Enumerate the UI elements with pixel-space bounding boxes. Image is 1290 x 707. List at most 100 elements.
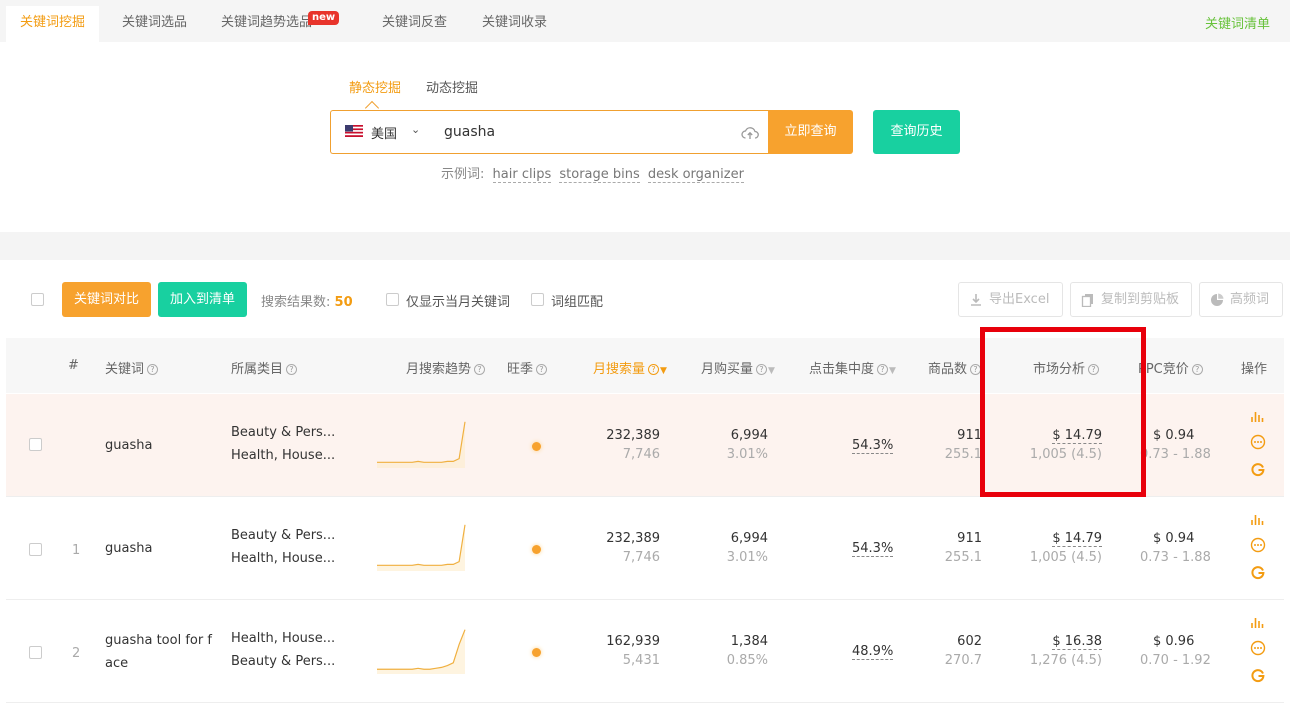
col-category[interactable]: 所属类目? (231, 358, 298, 377)
select-all-checkbox[interactable] (31, 293, 44, 306)
more-options-icon[interactable] (1250, 434, 1266, 454)
download-icon (971, 294, 981, 306)
tab-keyword-product-selection[interactable]: 关键词选品 (108, 6, 201, 42)
sort-desc-icon[interactable]: ▼ (660, 366, 667, 376)
export-excel-label: 导出Excel (989, 292, 1050, 307)
tab-keyword-indexing[interactable]: 关键词收录 (468, 6, 561, 42)
category-primary: Beauty & Pers... (231, 528, 336, 543)
tab-keyword-mining[interactable]: 关键词挖掘 (6, 6, 100, 42)
help-icon[interactable]: ? (474, 364, 486, 375)
example-link-desk-organizer[interactable]: desk organizer (647, 167, 744, 183)
col-monthly-search-label: 月搜索量 (593, 362, 646, 377)
product-count-value: 911 (957, 428, 982, 443)
purchase-rate-value: 3.01% (726, 550, 768, 565)
col-trend[interactable]: 月搜索趋势? (406, 358, 486, 377)
keyword-compare-button[interactable]: 关键词对比 (62, 282, 151, 317)
sort-icon[interactable]: ▼ (889, 366, 896, 376)
keyword-text-cont[interactable]: ace (105, 656, 128, 671)
example-keywords: 示例词: hair clips storage bins desk organi… (441, 163, 744, 183)
help-icon[interactable]: ? (648, 364, 660, 375)
export-excel-button[interactable]: 导出Excel (958, 282, 1063, 317)
keyword-list-link[interactable]: 关键词清单 (1205, 13, 1270, 32)
keyword-text[interactable]: guasha (105, 438, 152, 453)
product-count-sub: 255.1 (944, 447, 982, 462)
row-index: 2 (72, 646, 81, 661)
help-icon[interactable]: ? (286, 364, 298, 375)
chevron-down-icon[interactable]: ⌄ (411, 123, 420, 136)
cloud-upload-icon[interactable] (741, 125, 759, 141)
help-icon[interactable]: ? (536, 364, 548, 375)
col-market-analysis[interactable]: 市场分析? (1033, 358, 1100, 377)
avg-price-value[interactable]: $ 14.79 (1052, 531, 1102, 547)
col-click-concentration[interactable]: 点击集中度? ▼ (809, 358, 896, 377)
example-link-storage-bins[interactable]: storage bins (559, 167, 640, 183)
help-icon[interactable]: ? (877, 364, 889, 375)
mode-static-mining[interactable]: 静态挖掘 (349, 77, 401, 96)
google-search-icon[interactable] (1250, 564, 1266, 584)
google-search-icon[interactable] (1250, 461, 1266, 481)
add-to-list-button[interactable]: 加入到清单 (158, 282, 247, 317)
help-icon[interactable]: ? (1088, 364, 1100, 375)
bar-chart-icon[interactable] (1250, 511, 1266, 531)
keyword-text[interactable]: guasha (105, 541, 152, 556)
bar-chart-icon[interactable] (1250, 614, 1266, 634)
google-search-icon[interactable] (1250, 667, 1266, 687)
result-count: 搜索结果数: 50 (261, 291, 353, 310)
help-icon[interactable]: ? (970, 364, 982, 375)
row-checkbox[interactable] (29, 646, 42, 659)
help-icon[interactable]: ? (147, 364, 159, 375)
col-ppc[interactable]: PPC竞价? (1138, 358, 1203, 377)
search-history-button[interactable]: 查询历史 (873, 110, 960, 154)
avg-price-text: $ 16.38 (1052, 634, 1102, 650)
col-monthly-search[interactable]: 月搜索量? ▼ (593, 358, 667, 377)
ppc-range-value: 0.70 - 1.92 (1140, 653, 1211, 668)
mode-dynamic-mining[interactable]: 动态挖掘 (426, 77, 478, 96)
frequent-words-label: 高频词 (1230, 292, 1270, 307)
col-monthly-purchase[interactable]: 月购买量? ▼ (701, 358, 775, 377)
click-concentration-value[interactable]: 54.3% (852, 438, 894, 454)
help-icon[interactable]: ? (756, 364, 768, 375)
purchase-rate-value: 3.01% (726, 447, 768, 462)
examples-label: 示例词: (441, 167, 485, 182)
click-concentration-value[interactable]: 54.3% (852, 541, 894, 557)
trend-sparkline[interactable] (373, 416, 469, 468)
trend-sparkline[interactable] (373, 519, 469, 571)
copy-clipboard-button[interactable]: 复制到剪贴板 (1070, 282, 1192, 317)
tab-keyword-reverse-lookup[interactable]: 关键词反查 (368, 6, 461, 42)
col-products[interactable]: 商品数? (928, 358, 982, 377)
category-secondary: Health, House... (231, 551, 336, 566)
monthly-purchase-value: 1,384 (730, 634, 768, 649)
sort-icon[interactable]: ▼ (768, 366, 775, 376)
search-submit-button[interactable]: 立即查询 (768, 110, 853, 154)
help-icon[interactable]: ? (1191, 364, 1203, 375)
table-row: 1 guasha Beauty & Pers... Health, House.… (6, 497, 1284, 600)
col-click-concentration-label: 点击集中度 (809, 362, 875, 377)
avg-price-value[interactable]: $ 14.79 (1052, 428, 1102, 444)
avg-price-value[interactable]: $ 16.38 (1052, 634, 1102, 650)
row-checkbox[interactable] (29, 438, 42, 451)
click-concentration-value[interactable]: 48.9% (852, 644, 894, 660)
phrase-match-checkbox[interactable] (531, 293, 544, 306)
current-month-checkbox[interactable] (386, 293, 399, 306)
table-header: # 关键词? 所属类目? 月搜索趋势? 旺季? 月搜索量? ▼ 月购买量? ▼ 点击… (6, 338, 1284, 393)
country-select[interactable]: 美国 (371, 123, 397, 142)
keyword-text[interactable]: guasha tool for f (105, 633, 212, 648)
more-options-icon[interactable] (1250, 537, 1266, 557)
monthly-purchase-value: 6,994 (730, 531, 768, 546)
copy-icon (1081, 294, 1093, 307)
col-keyword[interactable]: 关键词? (105, 358, 159, 377)
bar-chart-icon[interactable] (1250, 408, 1266, 428)
ppc-bid-value: $ 0.94 (1153, 531, 1195, 546)
trend-sparkline[interactable] (373, 622, 469, 674)
more-options-icon[interactable] (1250, 640, 1266, 660)
col-monthly-purchase-label: 月购买量 (701, 362, 754, 377)
frequent-words-button[interactable]: 高频词 (1199, 282, 1283, 317)
product-count-sub: 255.1 (944, 550, 982, 565)
category-primary: Health, House... (231, 631, 336, 646)
example-link-hair-clips[interactable]: hair clips (492, 167, 552, 183)
col-peak-season[interactable]: 旺季? (507, 358, 548, 377)
tab-keyword-trend-selection[interactable]: 关键词趋势选品 new (207, 6, 340, 42)
search-input[interactable] (444, 121, 734, 143)
reviews-rating-value: 1,276 (4.5) (1029, 653, 1102, 668)
row-checkbox[interactable] (29, 543, 42, 556)
